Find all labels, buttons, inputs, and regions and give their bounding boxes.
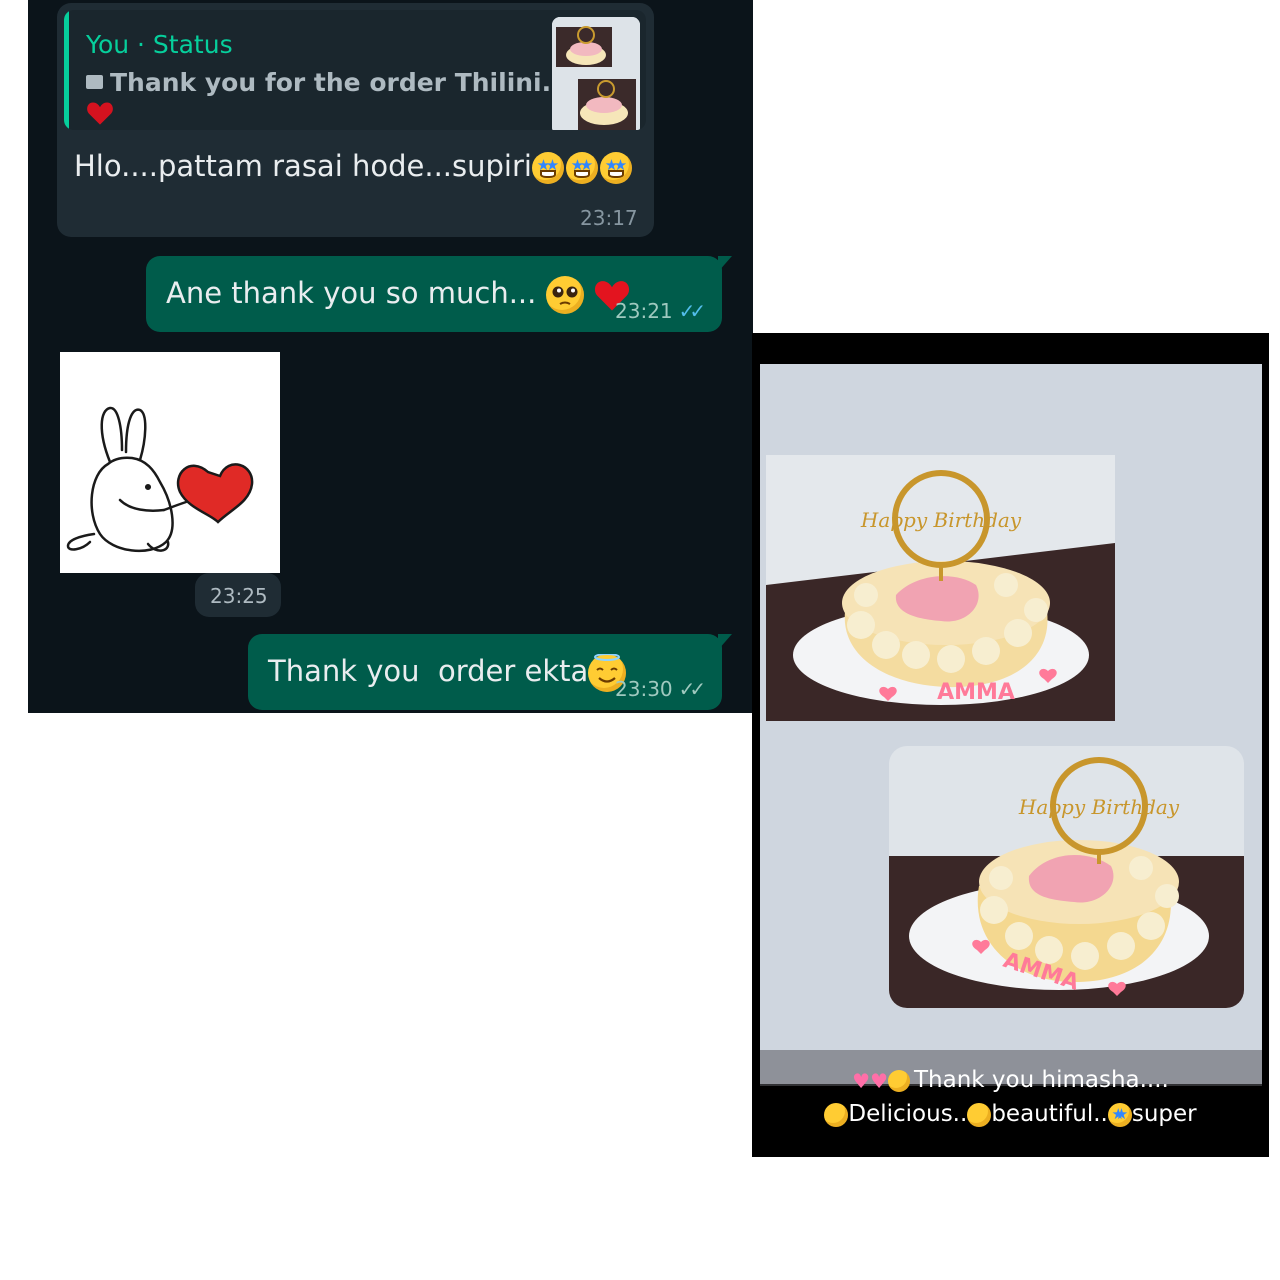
cake-photo[interactable]: Happy Birthday AMMA <box>889 746 1244 1008</box>
message-time: 23:17 <box>580 206 638 230</box>
double-check-icon: ✓✓ <box>678 677 706 701</box>
message-text-row: Thank you order ekta <box>268 654 627 692</box>
drooling-face-emoji <box>824 1102 849 1127</box>
cake-topper-text: Happy Birthday <box>1018 795 1180 819</box>
heart-icon <box>87 102 113 125</box>
sticker-time-pill: 23:25 <box>195 573 281 617</box>
heart-eyes-emoji <box>967 1102 992 1127</box>
bunny-sticker[interactable] <box>60 352 280 573</box>
message-time: 23:30 <box>615 677 673 701</box>
message-time: 23:25 <box>210 584 268 608</box>
outgoing-message-bubble[interactable]: Ane thank you so much... 23:21 ✓✓ <box>146 256 732 332</box>
caption-text: Delicious.. <box>848 1101 968 1127</box>
caption-text: Thank you himasha.... <box>914 1067 1169 1093</box>
heart-icon: ♥ <box>852 1068 871 1093</box>
message-time-row: 23:21 ✓✓ <box>615 299 706 323</box>
outgoing-message-bubble[interactable]: Thank you order ekta 23:30 ✓✓ <box>248 634 732 710</box>
bubble-tail <box>718 634 732 650</box>
status-thumbnail <box>552 17 640 130</box>
star-struck-emoji <box>565 152 598 184</box>
caption-text: super <box>1131 1101 1197 1127</box>
status-caption-line2: Delicious.. beautiful.. super <box>752 1101 1269 1127</box>
star-struck-emoji <box>1107 1102 1132 1127</box>
message-text: Ane thank you so much... <box>166 276 537 310</box>
quoted-status-reply[interactable]: You · Status Thank you for the order Thi… <box>64 10 646 130</box>
quote-text: Thank you for the order Thilini... <box>110 68 571 97</box>
quote-text-row: Thank you for the order Thilini... <box>86 68 570 97</box>
message-time: 23:21 <box>615 299 673 323</box>
cake-name-text: AMMA <box>937 680 1015 705</box>
message-text: Thank you order ekta <box>268 654 589 688</box>
quote-accent-bar <box>64 10 69 130</box>
bubble-tail <box>718 256 732 272</box>
pleading-face-emoji <box>545 276 584 314</box>
pleading-face-emoji <box>888 1069 910 1092</box>
message-text-row: Hlo....pattam rasai hode...supiri <box>74 149 632 184</box>
cake-topper-text: Happy Birthday <box>860 508 1022 532</box>
message-text: Hlo....pattam rasai hode...supiri <box>74 149 532 183</box>
heart-icon: ♥ <box>870 1068 888 1093</box>
status-caption-line1: ♥♥ Thank you himasha.... <box>752 1067 1269 1093</box>
message-text-row: Ane thank you so much... <box>166 276 631 314</box>
quote-author: You · Status <box>86 30 233 59</box>
star-struck-emoji <box>599 152 632 184</box>
incoming-message-bubble[interactable]: You · Status Thank you for the order Thi… <box>57 3 654 237</box>
star-struck-emoji <box>531 152 564 184</box>
image-icon <box>86 75 103 89</box>
message-time-row: 23:30 ✓✓ <box>615 677 706 701</box>
caption-text: beautiful.. <box>991 1101 1108 1127</box>
double-check-icon: ✓✓ <box>678 299 706 323</box>
status-screenshot: Happy Birthday AMMA Happy Birthday AMMA … <box>752 333 1269 1157</box>
chat-screenshot: You · Status Thank you for the order Thi… <box>28 0 753 713</box>
cake-photo[interactable]: Happy Birthday AMMA <box>766 455 1115 721</box>
